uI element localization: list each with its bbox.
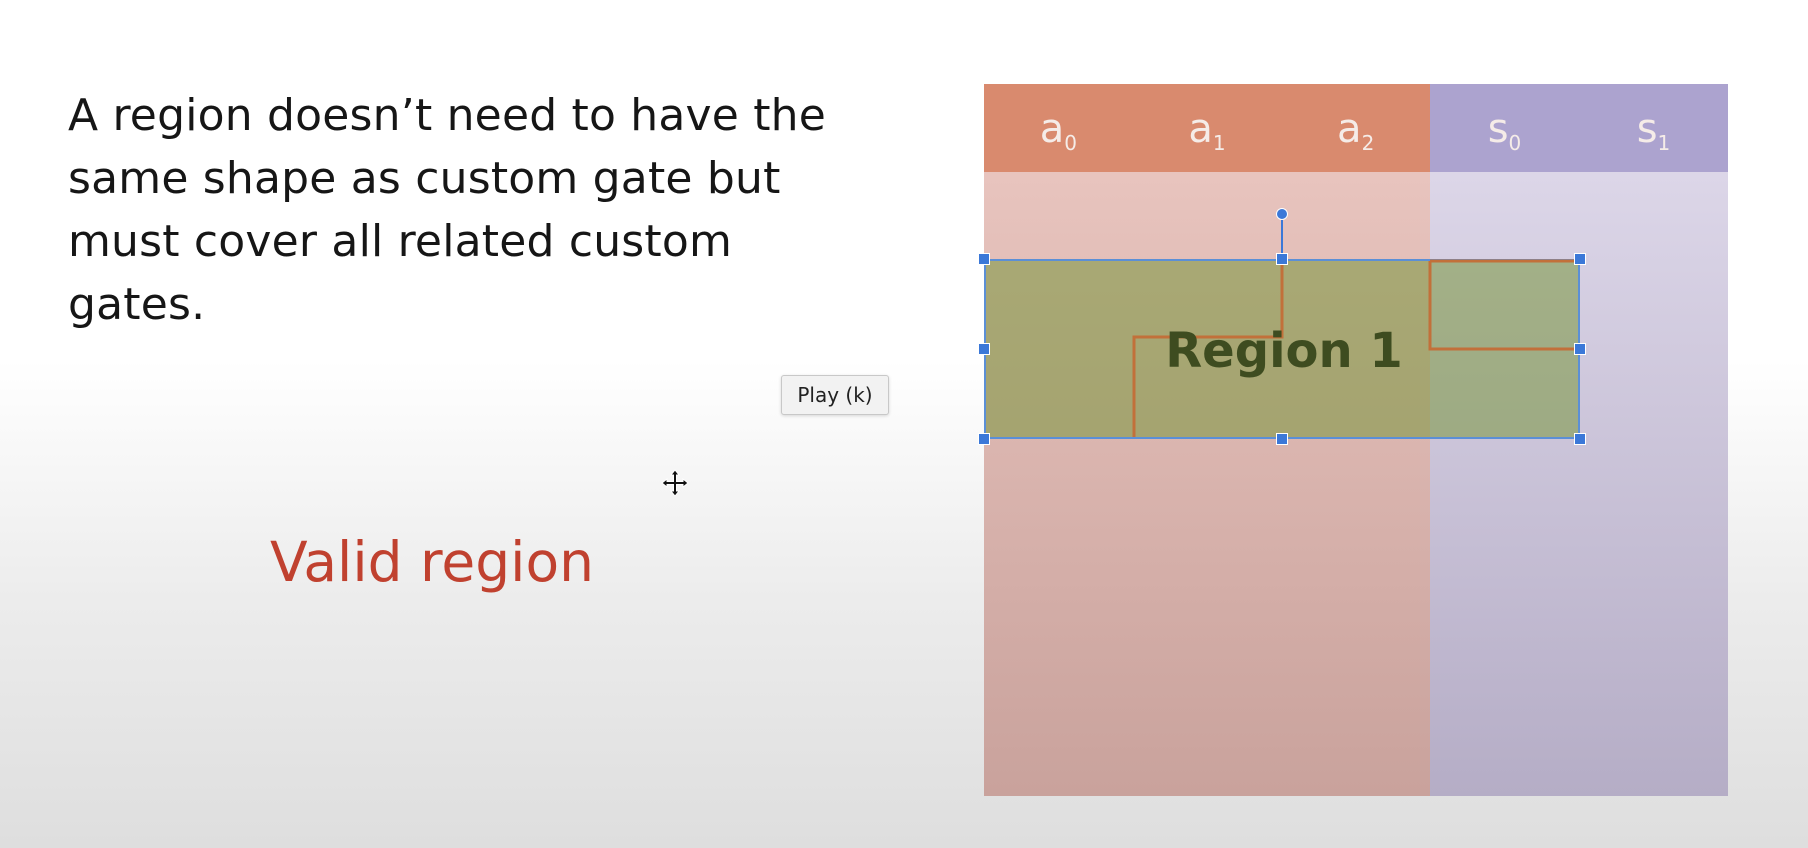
resize-handle-bottom[interactable] (1276, 433, 1288, 445)
circuit-table: a0 a1 a2 s0 s1 Region 1 (978, 84, 1728, 796)
advice-header: a0 a1 a2 (984, 84, 1430, 172)
resize-handle-bottom-left[interactable] (978, 433, 990, 445)
resize-handle-top[interactable] (1276, 253, 1288, 265)
slide-body-text: A region doesn’t need to have the same s… (68, 84, 908, 336)
column-header-s0: s0 (1487, 106, 1522, 155)
slide-text-line: A region doesn’t need to have the (68, 90, 827, 141)
column-header-a0: a0 (1039, 106, 1077, 155)
region-label: Region 1 (1165, 323, 1403, 379)
column-header-s1: s1 (1636, 106, 1671, 155)
slide-text-line: gates. (68, 279, 206, 330)
resize-handle-right[interactable] (1574, 343, 1586, 355)
column-header-a1: a1 (1188, 106, 1226, 155)
resize-handle-top-left[interactable] (978, 253, 990, 265)
rotation-handle[interactable] (1276, 208, 1288, 220)
resize-handle-left[interactable] (978, 343, 990, 355)
valid-region-caption: Valid region (270, 530, 594, 594)
resize-handle-bottom-right[interactable] (1574, 433, 1586, 445)
resize-handle-top-right[interactable] (1574, 253, 1586, 265)
move-cursor-icon (660, 468, 690, 498)
slide-text-line: must cover all related custom (68, 216, 733, 267)
region-1-shape[interactable]: Region 1 (984, 259, 1580, 439)
selector-header: s0 s1 (1430, 84, 1728, 172)
column-header-a2: a2 (1337, 106, 1375, 155)
slide-text-line: same shape as custom gate but (68, 153, 781, 204)
play-tooltip: Play (k) (781, 375, 889, 415)
